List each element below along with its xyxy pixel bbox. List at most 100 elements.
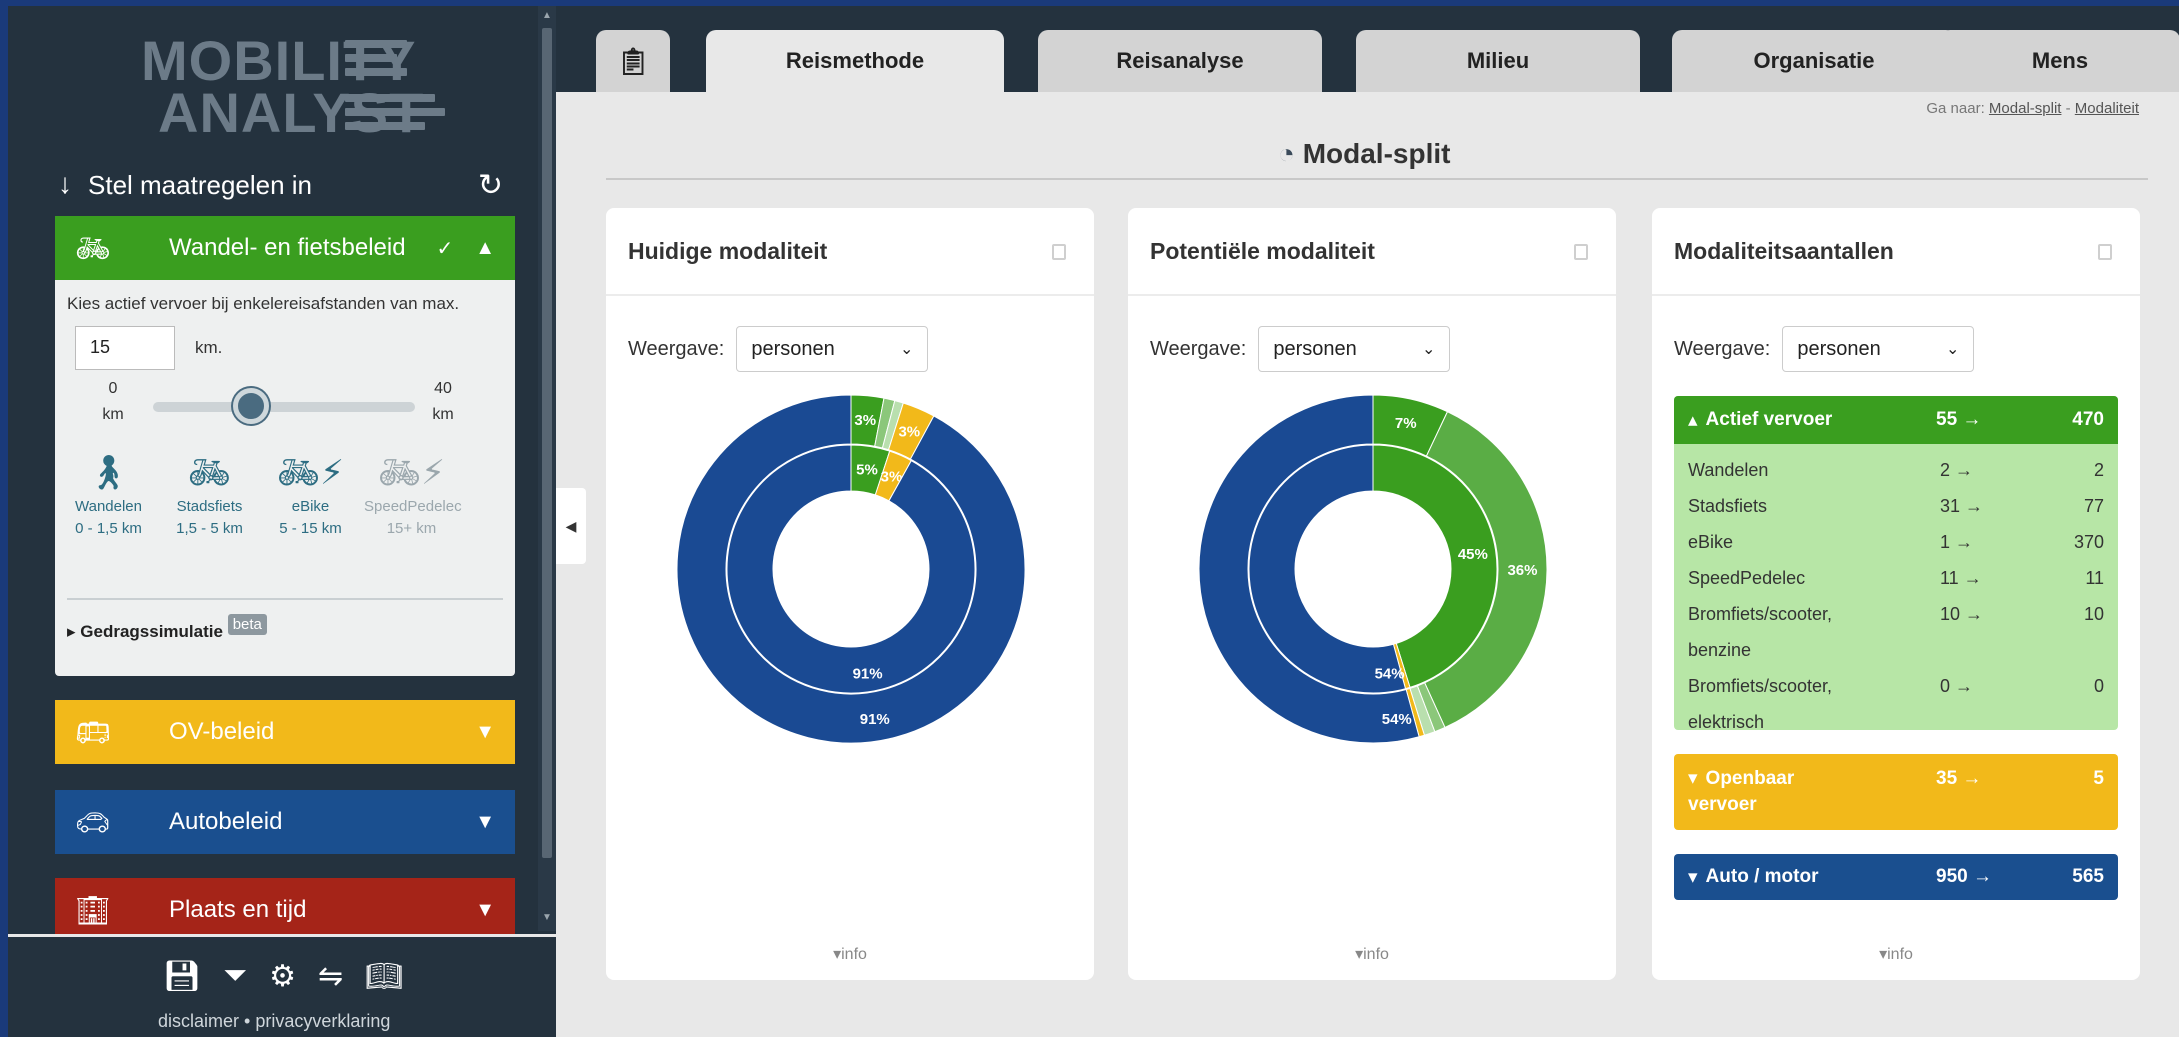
collapse-sidebar-button[interactable]: ◀ — [556, 488, 586, 564]
table-row: SpeedPedelec 11 → 11 — [1674, 560, 2118, 596]
row-from: 2 → — [1940, 460, 1974, 480]
info-label: info — [1887, 946, 1913, 963]
app-frame: MOBILITY ANALYST ↓ Stel maatregelen in ↻… — [8, 6, 2179, 1037]
info-toggle[interactable]: ▾info — [1128, 944, 1616, 964]
mode-name: Wandelen — [75, 498, 142, 515]
copy-icon[interactable] — [1052, 244, 1066, 260]
group-from: 55 → — [1936, 409, 1982, 430]
caret-down-icon: ▼ — [475, 810, 495, 833]
copy-icon[interactable] — [2098, 244, 2112, 260]
select-value: personen — [1797, 337, 1881, 360]
tab-organisatie[interactable]: Organisatie — [1672, 30, 1956, 92]
mode-stadsfiets: 🚲︎ Stadsfiets 1,5 - 5 km — [162, 450, 257, 540]
donut-data-label: 3% — [854, 412, 876, 429]
weergave-select[interactable]: personen ⌄ — [736, 326, 929, 372]
donut-slice[interactable] — [726, 444, 976, 694]
turn-down-arrow-icon: ↓ — [58, 168, 72, 199]
tab-milieu[interactable]: Milieu — [1356, 30, 1640, 92]
scroll-up-icon[interactable]: ▲ — [541, 10, 553, 22]
weergave-select[interactable]: personen ⌄ — [1258, 326, 1451, 372]
pie-chart-icon: ◔ — [1278, 138, 1295, 169]
mode-range: 15+ km — [386, 520, 437, 537]
slider-min: 0 km — [93, 376, 133, 428]
donut-data-label: 91% — [860, 711, 890, 728]
panel-ov-beleid[interactable]: 🚌︎ OV-beleid ▼ — [55, 700, 515, 764]
gear-icon[interactable]: ⚙︎ — [269, 959, 296, 994]
donut-data-label: 45% — [1458, 546, 1488, 563]
beta-badge: beta — [227, 614, 267, 635]
scroll-down-icon[interactable]: ▼ — [541, 912, 553, 924]
goto-modal-split-link[interactable]: Modal-split — [1989, 100, 2062, 117]
distance-slider-handle[interactable] — [233, 388, 270, 424]
panel-wandel-fietsbeleid: 🚲︎ Wandel- en fietsbeleid ✓ ▲ Kies actie… — [55, 216, 515, 729]
group-header-auto[interactable]: ▾ Auto / motor 950 → 565 — [1674, 854, 2118, 900]
row-to: 10 — [2083, 604, 2104, 624]
caret-right-icon: ▸ — [67, 622, 76, 641]
sidebar-scrollbar[interactable]: ▲ ▼ — [538, 6, 556, 931]
title-divider — [606, 178, 2148, 180]
panel-header-ov[interactable]: 🚌︎ OV-beleid ▼ — [55, 700, 515, 764]
distance-instruction: Kies actief vervoer bij enkelereisafstan… — [67, 294, 460, 313]
save-icon[interactable]: 💾︎ — [163, 959, 201, 994]
panel-header-wandel[interactable]: 🚲︎ Wandel- en fietsbeleid ✓ ▲ — [55, 216, 515, 280]
caret-down-icon: ▾ — [833, 946, 842, 963]
chevron-down-icon: ⌄ — [899, 341, 914, 358]
max-distance-input[interactable]: 15 — [75, 326, 175, 370]
group-label: Actief vervoer — [1705, 409, 1833, 430]
copy-icon[interactable] — [1574, 244, 1588, 260]
weergave-select[interactable]: personen ⌄ — [1782, 326, 1975, 372]
panel-label-wandel: Wandel- en fietsbeleid — [169, 234, 406, 261]
panel-autobeleid[interactable]: 🚗︎ Autobeleid ▼ — [55, 790, 515, 854]
disclaimer-link[interactable]: disclaimer — [158, 1011, 239, 1031]
book-icon[interactable]: 📖︎ — [365, 959, 403, 994]
sidebar-footer: 💾︎ ⏷ ⚙︎ ⇋ 📖︎ disclaimer • privacyverklar… — [8, 934, 556, 1037]
speedpedelec-icon: 🚲︎⚡︎ — [377, 454, 446, 492]
group-openbaar-vervoer[interactable]: ▾ Openbaar vervoer 35 → 5 — [1674, 754, 2118, 830]
card-huidige-modaliteit: Huidige modaliteit Weergave: personen ⌄ … — [606, 208, 1094, 980]
panel-label-plaats: Plaats en tijd — [169, 896, 307, 923]
filter-icon[interactable]: ⏷ — [223, 959, 247, 994]
caret-down-icon: ▼ — [475, 898, 495, 921]
row-from: 11 → — [1940, 568, 1982, 588]
caret-down-icon: ▼ — [475, 720, 495, 743]
scrollbar-thumb[interactable] — [542, 28, 552, 858]
bicycle-icon: 🚲︎ — [187, 454, 232, 492]
table-row: Bromfiets/scooter, benzine 10 → 10 — [1674, 596, 2118, 668]
group-auto-motor[interactable]: ▾ Auto / motor 950 → 565 — [1674, 854, 2118, 900]
row-to: 0 — [2093, 676, 2104, 696]
ebike-icon: 🚲︎⚡︎ — [276, 454, 345, 492]
weergave-label: Weergave: — [1150, 337, 1247, 360]
mode-name: Stadsfiets — [176, 498, 243, 515]
tab-label: Reisanalyse — [1116, 48, 1244, 73]
tab-mens[interactable]: Mens — [1940, 30, 2179, 92]
info-toggle[interactable]: ▾info — [1652, 944, 2140, 964]
mode-wandelen: 🚶︎ Wandelen 0 - 1,5 km — [61, 450, 156, 540]
tab-reismethode[interactable]: Reismethode — [706, 30, 1004, 92]
privacy-link[interactable]: privacyverklaring — [255, 1011, 390, 1031]
tab-reisanalyse[interactable]: Reisanalyse — [1038, 30, 1322, 92]
panel-header-auto[interactable]: 🚗︎ Autobeleid ▼ — [55, 790, 515, 854]
group-header-actief[interactable]: ▴ Actief vervoer 55 → 470 — [1674, 396, 2118, 444]
info-label: info — [841, 946, 867, 963]
group-from: 950 → — [1936, 866, 1992, 887]
card-header: Modaliteitsaantallen — [1652, 208, 2140, 296]
tab-label: Milieu — [1466, 48, 1530, 73]
panel-header-plaats[interactable]: 🏢︎ Plaats en tijd ▼ — [55, 878, 515, 942]
panel-plaats-tijd[interactable]: 🏢︎ Plaats en tijd ▼ — [55, 878, 515, 942]
measures-header: ↓ Stel maatregelen in ↻ — [58, 164, 503, 204]
signpost-icon[interactable]: ⇋ — [318, 959, 343, 994]
weergave-control: Weergave: personen ⌄ — [1150, 326, 1451, 372]
group-to: 5 — [2093, 768, 2104, 789]
panel-label-ov: OV-beleid — [169, 718, 275, 745]
goto-modaliteit-link[interactable]: Modaliteit — [2075, 100, 2139, 117]
caret-up-icon: ▴ — [1688, 409, 1698, 431]
reset-icon[interactable]: ↻ — [478, 168, 503, 203]
card-header: Huidige modaliteit — [606, 208, 1094, 296]
distance-slider-track[interactable] — [153, 402, 415, 412]
info-toggle[interactable]: ▾info — [606, 944, 1094, 964]
gedragssimulatie-label: Gedragssimulatie — [80, 622, 223, 641]
donut-data-label: 54% — [1382, 711, 1412, 728]
gedragssimulatie-toggle[interactable]: ▸ Gedragssimulatie beta — [67, 614, 267, 643]
tab-clipboard[interactable]: 📋︎ — [596, 30, 670, 92]
slider-max-value: 40 — [434, 380, 452, 397]
